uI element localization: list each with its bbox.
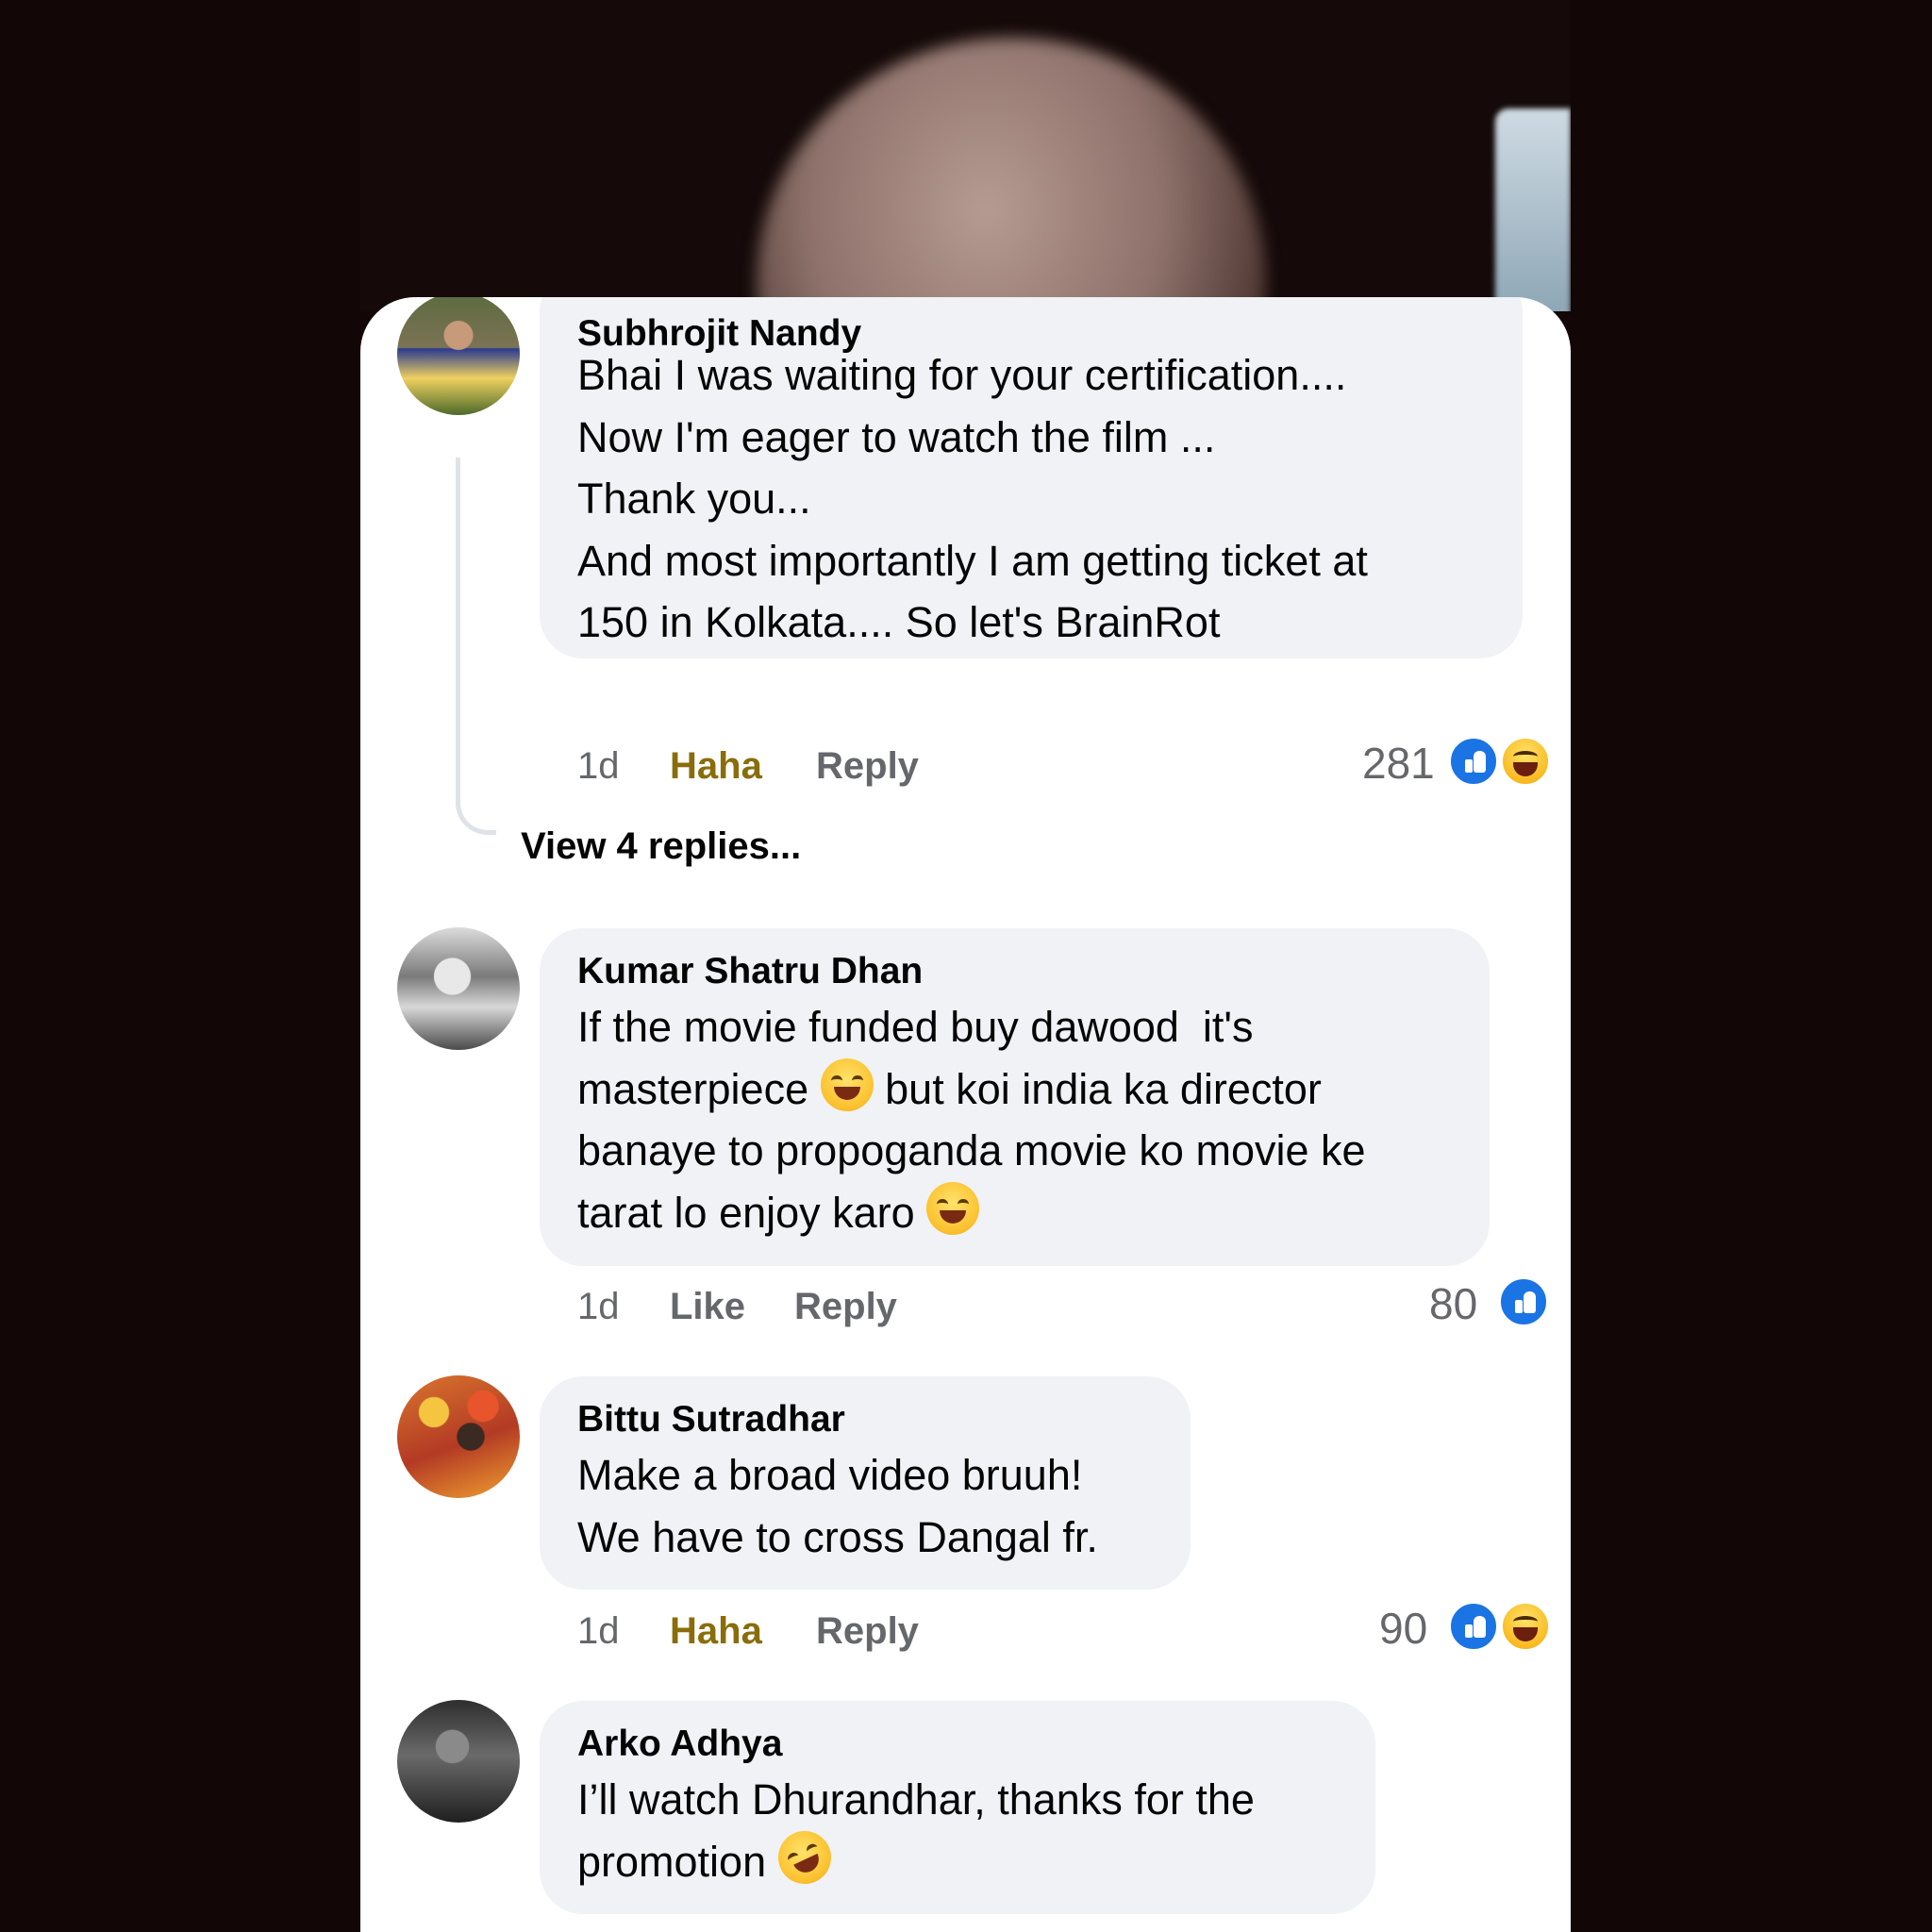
- reaction-count[interactable]: 90: [1379, 1603, 1427, 1654]
- comment-text: Bhai I was waiting for your certificatio…: [577, 351, 1368, 646]
- comment-bubble: Arko Adhya I’ll watch Dhurandhar, thanks…: [540, 1701, 1375, 1914]
- reaction-count[interactable]: 80: [1429, 1278, 1477, 1329]
- haha-icon: [1500, 1601, 1551, 1652]
- avatar[interactable]: [397, 1375, 520, 1498]
- comments-sheet[interactable]: Subhrojit Nandy Bhai I was waiting for y…: [360, 297, 1571, 1932]
- reaction-count[interactable]: 281: [1362, 738, 1435, 789]
- reply-button[interactable]: Reply: [794, 1286, 897, 1328]
- avatar[interactable]: [397, 927, 520, 1050]
- comment-author[interactable]: Kumar Shatru Dhan: [577, 951, 923, 992]
- like-icon: [1448, 1601, 1499, 1652]
- react-button[interactable]: Haha: [670, 1610, 762, 1653]
- comment-time: 1d: [577, 745, 620, 787]
- comment-text: If the movie funded buy dawood it's mast…: [577, 1003, 1366, 1237]
- reply-button[interactable]: Reply: [816, 1610, 919, 1653]
- like-icon: [1448, 736, 1499, 787]
- avatar[interactable]: [397, 1700, 520, 1823]
- comment-text: I’ll watch Dhurandhar, thanks for the pr…: [577, 1769, 1255, 1892]
- comment-bubble: Bittu Sutradhar Make a broad video bruuh…: [540, 1376, 1191, 1590]
- view-replies-link[interactable]: View 4 replies...: [521, 825, 801, 868]
- rolling-laughing-emoji-icon: [769, 1822, 840, 1892]
- reply-thread-line: [456, 458, 496, 835]
- tears-of-joy-emoji-icon: [926, 1181, 980, 1235]
- comment-text: Make a broad video bruuh! We have to cro…: [577, 1451, 1098, 1561]
- comment-author[interactable]: Bittu Sutradhar: [577, 1399, 845, 1441]
- haha-icon: [1500, 736, 1551, 787]
- like-button[interactable]: Like: [670, 1286, 745, 1328]
- like-icon: [1498, 1276, 1549, 1327]
- comment-time: 1d: [577, 1286, 620, 1327]
- blurred-person: [757, 38, 1266, 311]
- background-video: [360, 0, 1571, 311]
- reply-button[interactable]: Reply: [816, 745, 919, 788]
- tears-of-joy-emoji-icon: [820, 1058, 874, 1111]
- comment-bubble: Kumar Shatru Dhan If the movie funded bu…: [540, 928, 1490, 1266]
- blurred-screen: [1495, 108, 1571, 311]
- comment-author[interactable]: Arko Adhya: [577, 1724, 782, 1765]
- comment-bubble: Subhrojit Nandy Bhai I was waiting for y…: [540, 297, 1523, 658]
- react-button[interactable]: Haha: [670, 745, 762, 788]
- comment-time: 1d: [577, 1610, 620, 1652]
- avatar[interactable]: [397, 297, 520, 415]
